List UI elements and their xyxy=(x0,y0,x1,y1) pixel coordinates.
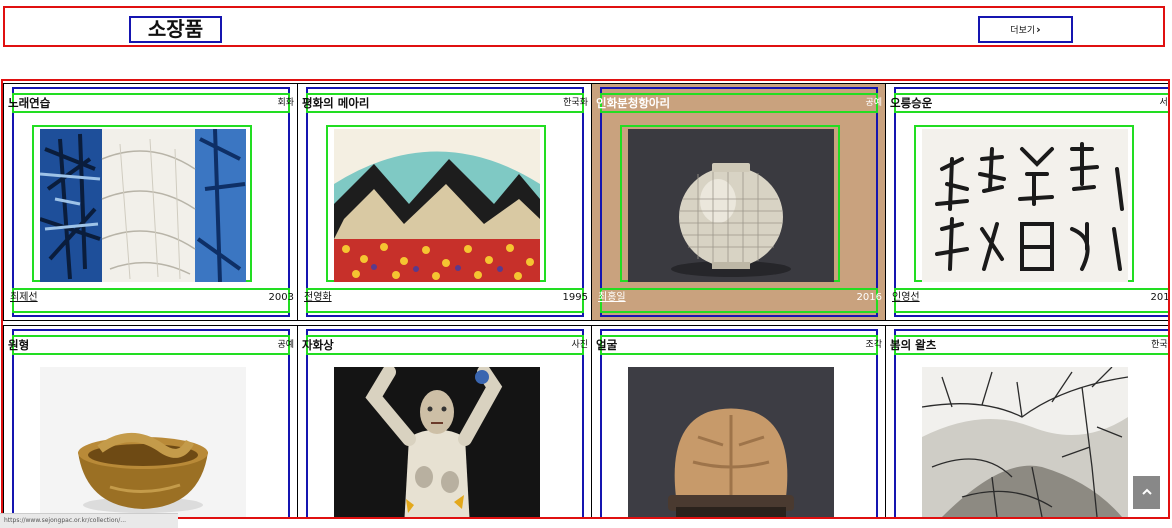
more-label: 더보기 xyxy=(1010,26,1036,36)
card-title: 평화의 메아리 xyxy=(302,96,370,110)
card-year: 1995 xyxy=(562,292,588,303)
card-title: 오릉승운 xyxy=(890,96,933,110)
card-footer: 최홍일 2016 xyxy=(598,288,882,313)
collection-card[interactable]: 평화의 메아리 한국화 전영화 1995 xyxy=(297,83,593,321)
collection-grid: 노래연습 회화 최제선 2003 평화의 메아리 한국화 전영화 1995 인화… xyxy=(1,79,1170,519)
browser-status-bar: https://www.sejongpac.or.kr/collection/.… xyxy=(0,513,178,528)
card-title: 자화상 xyxy=(302,338,334,352)
card-title: 인화분청항아리 xyxy=(596,96,671,110)
card-header: 오릉승운 서예 xyxy=(890,93,1168,113)
card-category: 한국화 xyxy=(563,98,588,108)
collection-card[interactable]: 오릉승운서예 인영선2012 xyxy=(885,83,1168,321)
artwork-image[interactable] xyxy=(628,129,834,282)
card-footer: 최제선 2003 xyxy=(10,288,294,313)
collection-card[interactable]: 얼굴 조각 xyxy=(591,325,887,517)
card-category: 사진 xyxy=(571,340,588,350)
card-category: 공예 xyxy=(277,340,294,350)
card-category: 서예 xyxy=(1159,98,1168,108)
card-artist[interactable]: 최제선 xyxy=(10,284,38,312)
chevron-right-icon: › xyxy=(1036,23,1041,36)
card-artist[interactable]: 전영화 xyxy=(304,284,332,312)
card-year: 2012 xyxy=(1150,292,1170,303)
artwork-image[interactable] xyxy=(334,367,540,517)
more-button[interactable]: 더보기› xyxy=(978,16,1073,43)
artwork-image[interactable] xyxy=(40,367,246,517)
card-header: 얼굴 조각 xyxy=(596,335,882,355)
card-header: 평화의 메아리 한국화 xyxy=(302,93,588,113)
card-artist[interactable]: 최홍일 xyxy=(598,284,626,312)
card-header: 원형 공예 xyxy=(8,335,294,355)
card-category: 한국화 xyxy=(1151,340,1168,350)
collection-card-active[interactable]: 인화분청항아리 공예 최홍일 2016 xyxy=(591,83,887,321)
card-year: 2016 xyxy=(856,292,882,303)
card-category: 회화 xyxy=(277,98,294,108)
artwork-image[interactable] xyxy=(334,129,540,282)
card-footer: 인영선2012 xyxy=(892,288,1168,313)
card-artist[interactable]: 인영선 xyxy=(892,284,920,312)
card-category: 공예 xyxy=(865,98,882,108)
card-year: 2003 xyxy=(268,292,294,303)
artwork-image[interactable] xyxy=(628,367,834,517)
section-title: 소장품 xyxy=(129,16,222,43)
card-header: 봄의 왈츠 한국화 xyxy=(890,335,1168,355)
chevron-up-icon xyxy=(1141,488,1152,495)
card-header: 노래연습 회화 xyxy=(8,93,294,113)
card-header: 인화분청항아리 공예 xyxy=(596,93,882,113)
card-title: 얼굴 xyxy=(596,338,618,352)
collection-card[interactable]: 원형 공예 xyxy=(3,325,299,517)
card-category: 조각 xyxy=(865,340,882,350)
section-header: 소장품 더보기› xyxy=(3,6,1165,47)
card-title: 노래연습 xyxy=(8,96,51,110)
artwork-image[interactable] xyxy=(40,129,246,282)
card-footer: 전영화 1995 xyxy=(304,288,588,313)
scroll-top-button[interactable] xyxy=(1133,476,1160,509)
artwork-image[interactable] xyxy=(922,367,1128,517)
collection-card[interactable]: 자화상 사진 xyxy=(297,325,593,517)
artwork-image[interactable] xyxy=(922,129,1128,282)
collection-card[interactable]: 노래연습 회화 최제선 2003 xyxy=(3,83,299,321)
card-title: 원형 xyxy=(8,338,30,352)
collection-card[interactable]: 봄의 왈츠 한국화 xyxy=(885,325,1168,517)
card-title: 봄의 왈츠 xyxy=(890,338,937,352)
card-header: 자화상 사진 xyxy=(302,335,588,355)
